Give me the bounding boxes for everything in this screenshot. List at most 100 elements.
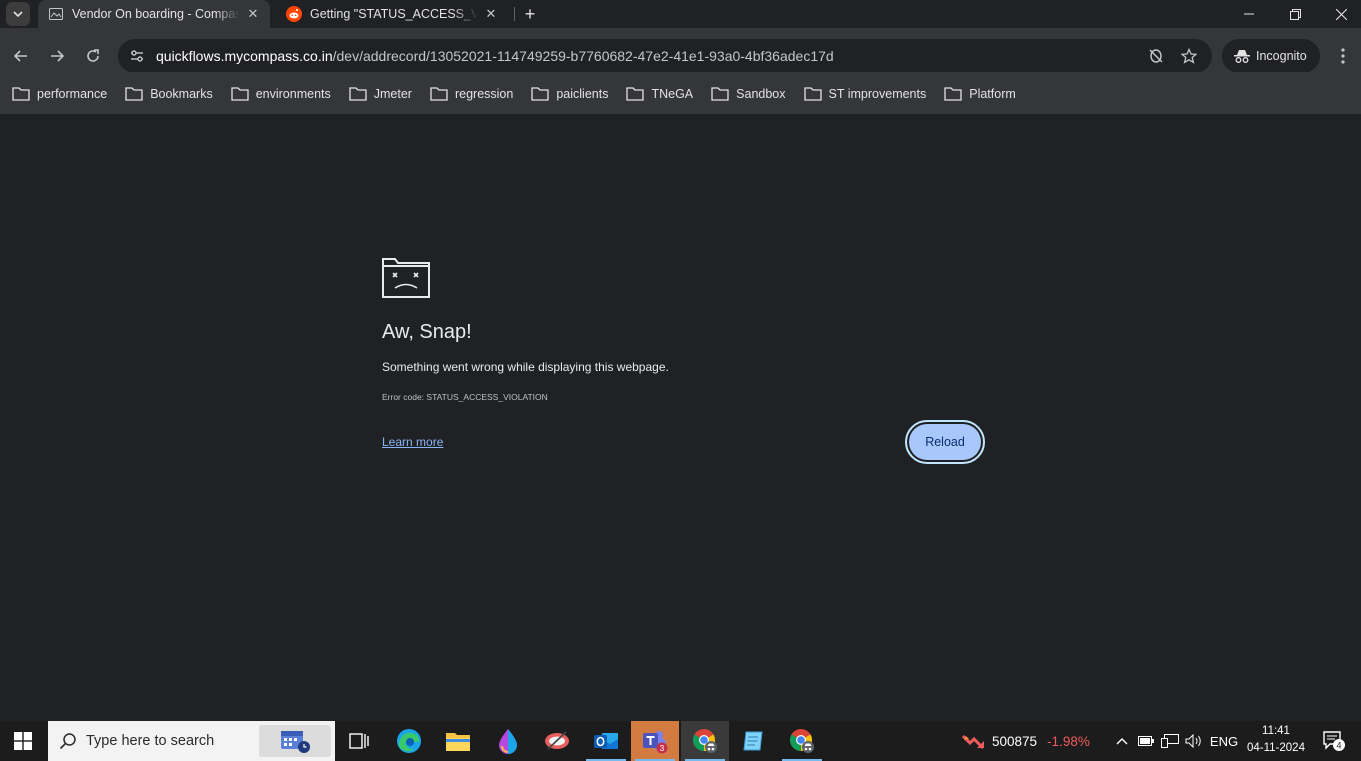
stock-value: 500875 — [992, 733, 1038, 749]
new-tab-button[interactable]: + — [519, 3, 541, 25]
taskbar-edge[interactable] — [385, 721, 433, 761]
address-bar[interactable]: quickflows.mycompass.co.in/dev/addrecord… — [118, 39, 1212, 73]
reload-button-label: Reload — [909, 424, 981, 460]
arrow-left-icon — [13, 50, 27, 62]
bookmark-folder[interactable]: TNeGA — [626, 87, 693, 101]
taskbar-outlook[interactable] — [582, 721, 630, 761]
volume-icon — [1185, 734, 1201, 748]
battery-icon — [1138, 736, 1154, 746]
folder-icon — [231, 87, 249, 101]
reload-icon — [87, 49, 99, 62]
taskbar-paint-app[interactable] — [484, 721, 532, 761]
task-view-icon — [349, 733, 369, 749]
restore-icon — [1289, 8, 1301, 20]
network-icon — [1161, 734, 1179, 748]
incognito-icon — [1234, 48, 1250, 64]
error-message: Something went wrong while displaying th… — [382, 360, 669, 374]
bookmark-folder[interactable]: Bookmarks — [125, 87, 213, 101]
browser-menu-button[interactable] — [1332, 43, 1354, 69]
volume-button[interactable] — [1183, 721, 1205, 761]
bookmark-folder[interactable]: Jmeter — [349, 87, 412, 101]
close-tab-icon[interactable]: ✕ — [244, 5, 262, 23]
clock-time: 11:41 — [1262, 725, 1290, 737]
restore-button[interactable] — [1272, 0, 1318, 28]
url-text: quickflows.mycompass.co.in/dev/addrecord… — [156, 48, 834, 64]
bookmark-label: TNeGA — [651, 87, 694, 101]
bookmark-folder[interactable]: ST improvements — [803, 87, 927, 101]
stock-widget[interactable]: 500875 -1.98% — [962, 721, 1090, 761]
minimize-button[interactable] — [1226, 0, 1272, 28]
incognito-label: Incognito — [1256, 49, 1307, 63]
bookmark-label: performance — [37, 87, 108, 101]
bookmarks-bar: performance Bookmarks environments Jmeter re… — [0, 72, 1361, 114]
tab-title: Vendor On boarding - Compass — [72, 7, 240, 21]
sad-tab-icon — [382, 258, 430, 298]
notification-center-button[interactable]: 4 — [1320, 729, 1350, 753]
language-indicator[interactable]: ENG — [1207, 721, 1241, 761]
incognito-indicator[interactable]: Incognito — [1222, 39, 1320, 73]
task-view-button[interactable] — [335, 721, 383, 761]
forward-button[interactable] — [43, 42, 71, 70]
bookmark-folder[interactable]: paiclients — [531, 87, 608, 101]
network-button[interactable] — [1159, 721, 1181, 761]
show-hidden-icons-button[interactable] — [1112, 721, 1132, 761]
reload-page-button[interactable]: Reload — [905, 420, 985, 464]
bookmark-folder[interactable]: environments — [231, 87, 331, 101]
taskbar-clock[interactable]: 11:41 04-11-2024 — [1240, 723, 1312, 759]
site-info-icon[interactable] — [128, 47, 146, 65]
teams-badge-count: 3 — [660, 744, 665, 753]
bookmark-star-icon[interactable] — [1180, 47, 1198, 65]
folder-icon — [803, 87, 822, 101]
learn-more-link[interactable]: Learn more — [382, 435, 443, 449]
folder-icon — [944, 87, 962, 101]
notepad-icon — [743, 731, 763, 751]
taskbar-chrome-active[interactable] — [681, 721, 729, 761]
tab-vendor-onboarding[interactable]: Vendor On boarding - Compass ✕ — [38, 0, 270, 28]
taskbar-notepad[interactable] — [729, 721, 777, 761]
stock-change: -1.98% — [1047, 733, 1090, 749]
outlook-icon — [594, 733, 618, 749]
taskbar-file-explorer[interactable] — [434, 721, 482, 761]
snipping-tool-icon — [545, 731, 569, 750]
taskbar-snipping-tool[interactable] — [533, 721, 581, 761]
tracking-blocked-icon[interactable] — [1147, 47, 1165, 65]
notification-count: 4 — [1336, 741, 1341, 751]
paint-drop-icon — [499, 729, 517, 754]
bookmark-folder[interactable]: Sandbox — [711, 87, 786, 101]
tab-search-button[interactable] — [6, 2, 30, 26]
stock-down-icon — [962, 734, 985, 750]
bookmark-label: ST improvements — [828, 87, 927, 101]
url-host: quickflows.mycompass.co.in — [156, 48, 333, 64]
bookmark-folder[interactable]: Platform — [944, 87, 1016, 101]
tab-strip: Vendor On boarding - Compass ✕ Getting "… — [0, 0, 1361, 28]
bookmark-folder[interactable]: performance — [12, 87, 107, 101]
folder-icon — [430, 87, 448, 101]
clock-date: 04-11-2024 — [1247, 742, 1305, 754]
tab-reddit-status-access[interactable]: Getting "STATUS_ACCESS_VIOLATION" ✕ — [276, 0, 508, 28]
folder-icon — [125, 87, 143, 101]
taskbar-search[interactable]: Type here to search — [48, 721, 335, 761]
search-placeholder: Type here to search — [86, 733, 215, 749]
taskbar-chrome[interactable] — [778, 721, 826, 761]
reddit-icon — [286, 6, 302, 22]
teams-icon: 3 — [643, 731, 668, 754]
close-tab-icon[interactable]: ✕ — [482, 5, 500, 23]
start-button[interactable] — [0, 721, 46, 761]
folder-icon — [349, 87, 367, 101]
search-highlight-calendar-icon[interactable] — [259, 725, 331, 757]
back-button[interactable] — [7, 42, 35, 70]
close-window-button[interactable] — [1318, 0, 1361, 28]
reload-button[interactable] — [79, 42, 107, 70]
notification-icon: 4 — [1323, 731, 1345, 751]
edge-icon — [397, 729, 421, 753]
battery-button[interactable] — [1136, 721, 1156, 761]
chrome-profile-icon — [790, 729, 814, 753]
tab-title: Getting "STATUS_ACCESS_VIOLATION" — [310, 7, 478, 21]
taskbar-teams[interactable]: 3 — [631, 721, 679, 761]
error-page: Aw, Snap! Something went wrong while dis… — [0, 114, 1361, 721]
page-icon — [48, 6, 64, 22]
bookmark-label: Jmeter — [373, 87, 412, 101]
tab-separator — [514, 7, 515, 21]
bookmark-folder[interactable]: regression — [430, 87, 513, 101]
folder-icon — [626, 87, 645, 101]
